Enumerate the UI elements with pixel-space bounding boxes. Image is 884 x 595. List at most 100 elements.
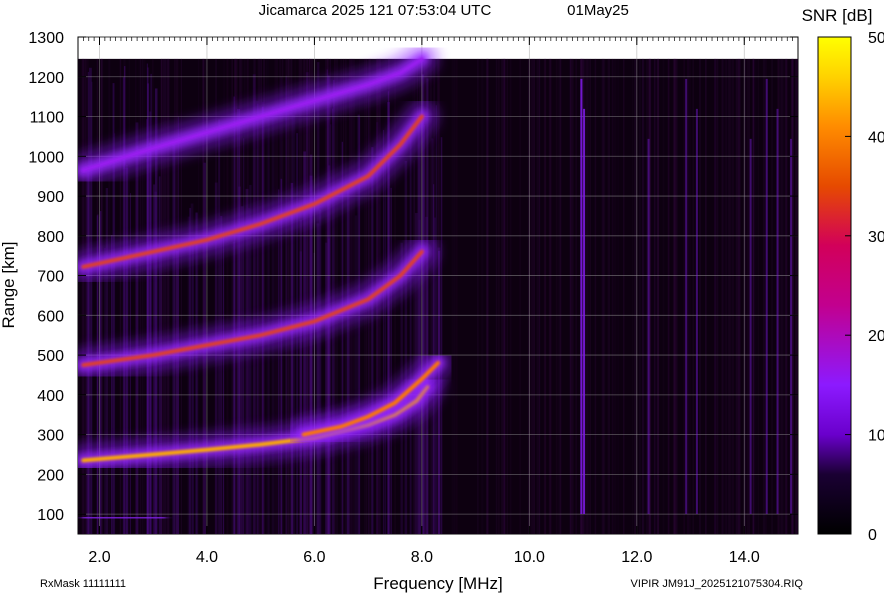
y-tick-labels: 100 200 300 400 500 600 700 800 900 1000 1100 1200 1… xyxy=(28,30,64,524)
noise-column xyxy=(282,58,284,534)
signal-column xyxy=(404,160,408,534)
footer-rxmask: RxMask 11111111 xyxy=(40,578,126,590)
x-tick-label: 10.0 xyxy=(514,549,545,566)
noise-column xyxy=(548,58,552,534)
signal-column xyxy=(384,152,386,534)
noise-column xyxy=(662,58,665,534)
noise-column xyxy=(575,58,577,534)
signal-column xyxy=(346,189,350,534)
noise-column xyxy=(796,58,798,534)
noise-column xyxy=(531,58,533,534)
interference-line xyxy=(749,138,752,515)
noise-column xyxy=(519,58,521,534)
noise-column xyxy=(752,58,755,534)
chart-date: 01May25 xyxy=(567,2,629,19)
colorbar-tick-label: 20 xyxy=(868,328,884,345)
noise-column xyxy=(509,58,512,534)
noise-column xyxy=(500,58,504,534)
signal-column xyxy=(423,125,425,534)
colorbar-tick-label: 0 xyxy=(868,527,877,544)
plot-area xyxy=(77,36,799,535)
noise-column xyxy=(611,58,613,534)
noise-column xyxy=(639,58,641,534)
noise-column xyxy=(503,58,506,534)
signal-column xyxy=(232,241,236,534)
x-axis-label: Frequency [MHz] xyxy=(373,574,502,593)
y-tick-label: 300 xyxy=(37,428,64,445)
noise-column xyxy=(674,58,677,534)
x-tick-label: 14.0 xyxy=(729,549,760,566)
noise-column xyxy=(533,58,535,534)
colorbar-tick-label: 50 xyxy=(868,30,884,47)
noise-column xyxy=(544,58,547,534)
signal-column xyxy=(305,72,309,534)
interference-line xyxy=(583,108,586,515)
y-tick-label: 200 xyxy=(37,467,64,484)
signal-column xyxy=(319,209,322,534)
noise-column xyxy=(585,58,587,534)
interference-line xyxy=(695,108,698,515)
signal-column xyxy=(104,247,106,534)
colorbar-tick-label: 30 xyxy=(868,229,884,246)
interference-line xyxy=(580,78,583,515)
signal-column xyxy=(223,231,225,534)
noise-column xyxy=(536,58,539,534)
signal-column xyxy=(317,62,320,534)
signal-column xyxy=(354,215,358,534)
footer-filename: VIPIR JM91J_2025121075304.RIQ xyxy=(631,578,804,590)
colorbar-label: SNR [dB] xyxy=(802,6,873,25)
x-tick-label: 4.0 xyxy=(196,549,218,566)
y-tick-label: 1000 xyxy=(28,149,64,166)
noise-column xyxy=(456,58,458,534)
noise-column xyxy=(698,58,701,534)
noise-column xyxy=(451,58,454,534)
noise-column xyxy=(721,58,724,534)
interference-line xyxy=(765,78,768,515)
signal-column xyxy=(390,187,392,534)
noise-column xyxy=(589,58,592,534)
x-tick-label: 6.0 xyxy=(303,549,325,566)
noise-column xyxy=(737,58,740,534)
x-tick-label: 8.0 xyxy=(411,549,433,566)
y-tick-label: 100 xyxy=(37,507,64,524)
noise-column xyxy=(784,58,787,534)
trace-core-E xyxy=(82,516,165,520)
noise-column xyxy=(617,58,619,534)
noise-column xyxy=(641,58,645,534)
noise-column xyxy=(498,58,500,534)
interference-line xyxy=(776,108,779,515)
noise-column xyxy=(746,58,749,534)
noise-column xyxy=(757,58,759,534)
signal-column xyxy=(159,247,163,534)
signal-column xyxy=(237,109,241,534)
signal-column xyxy=(110,235,113,534)
y-tick-label: 900 xyxy=(37,189,64,206)
y-tick-label: 1300 xyxy=(28,30,64,47)
y-axis-label: Range [km] xyxy=(0,242,18,329)
y-tick-label: 1200 xyxy=(28,70,64,87)
signal-column xyxy=(383,129,385,534)
y-tick-label: 600 xyxy=(37,308,64,325)
noise-column xyxy=(558,58,561,534)
signal-column xyxy=(240,206,244,534)
signal-column xyxy=(220,215,223,534)
noise-column xyxy=(633,58,637,534)
colorbar-tick-label: 10 xyxy=(868,428,884,445)
noise-column xyxy=(755,58,757,534)
noise-column xyxy=(274,58,277,534)
signal-column xyxy=(195,212,198,534)
noise-column xyxy=(714,58,717,534)
noise-column xyxy=(276,58,278,534)
noise-column xyxy=(586,58,589,534)
noise-column xyxy=(486,58,489,534)
noise-column xyxy=(538,58,540,534)
colorbar-scale xyxy=(817,36,852,535)
noise-column xyxy=(495,58,498,534)
noise-column xyxy=(555,58,558,534)
noise-column xyxy=(735,58,739,534)
y-tick-label: 700 xyxy=(37,269,64,286)
noise-column xyxy=(481,58,484,534)
noise-column xyxy=(704,58,707,534)
signal-column xyxy=(175,250,179,534)
interference-line xyxy=(647,138,650,515)
